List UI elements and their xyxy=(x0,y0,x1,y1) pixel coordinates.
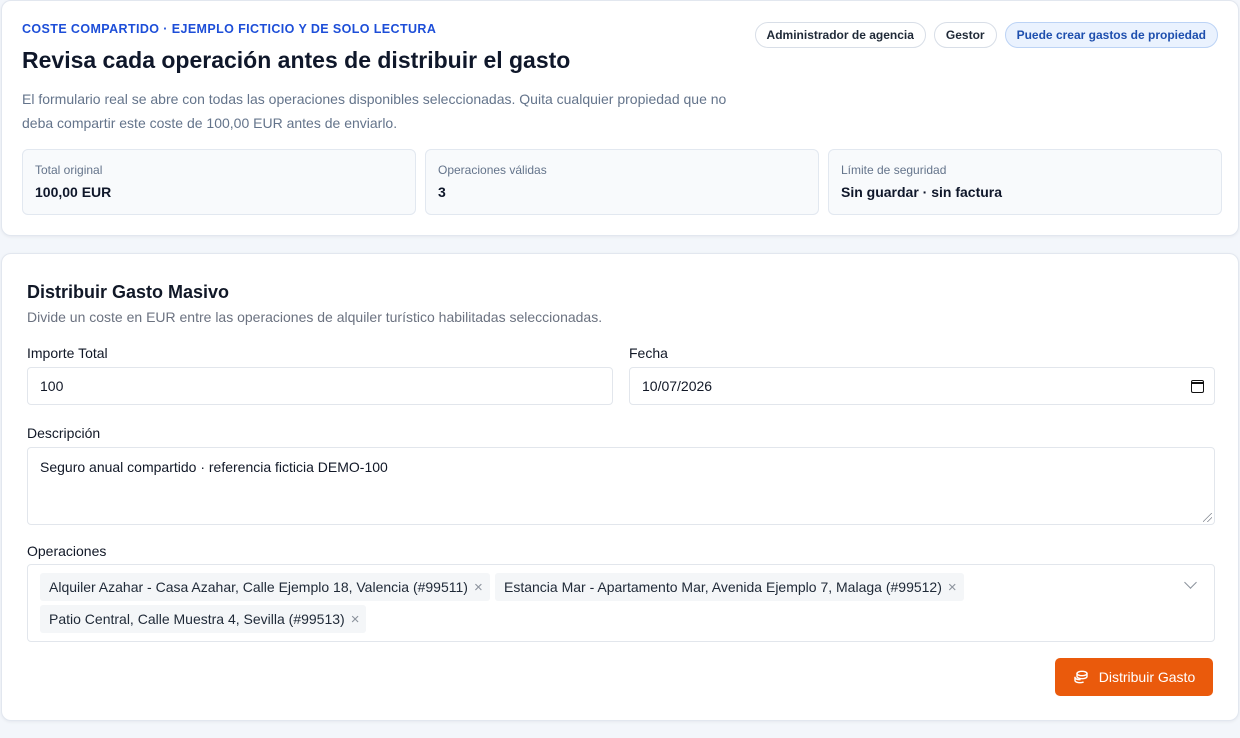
operations-multiselect[interactable]: Alquiler Azahar - Casa Azahar, Calle Eje… xyxy=(27,564,1215,642)
role-badge-admin: Administrador de agencia xyxy=(754,22,926,48)
date-input[interactable]: 10/07/2026 xyxy=(629,367,1215,405)
operation-chip: Estancia Mar - Apartamento Mar, Avenida … xyxy=(495,573,964,601)
amount-value: 100 xyxy=(40,378,64,394)
remove-icon[interactable]: × xyxy=(948,580,957,595)
stat-value: 3 xyxy=(438,184,446,200)
stat-label: Total original xyxy=(35,163,103,177)
stat-label: Límite de seguridad xyxy=(841,163,947,177)
remove-icon[interactable]: × xyxy=(351,612,360,627)
stat-safety-limit: Límite de seguridad Sin guardar · sin fa… xyxy=(828,149,1222,215)
date-value: 10/07/2026 xyxy=(642,378,713,394)
distribute-expense-button[interactable]: Distribuir Gasto xyxy=(1055,658,1213,696)
form-title: Distribuir Gasto Masivo xyxy=(27,282,230,302)
distribute-expense-form: Distribuir Gasto Masivo Divide un coste … xyxy=(1,253,1239,721)
date-label: Fecha xyxy=(629,345,668,361)
description-value: Seguro anual compartido · referencia fic… xyxy=(40,459,388,475)
form-subtitle: Divide un coste en EUR entre las operaci… xyxy=(27,309,603,325)
role-badge-manager: Gestor xyxy=(933,22,997,48)
chevron-down-icon[interactable] xyxy=(1184,576,1197,589)
distribute-expense-label: Distribuir Gasto xyxy=(1098,669,1196,685)
eyebrow: COSTE COMPARTIDO · EJEMPLO FICTICIO Y DE… xyxy=(22,22,437,36)
operation-chip-label: Alquiler Azahar - Casa Azahar, Calle Eje… xyxy=(49,579,468,595)
permission-badge: Puede crear gastos de propiedad xyxy=(1004,22,1218,48)
operation-chip: Patio Central, Calle Muestra 4, Sevilla … xyxy=(40,605,367,633)
amount-label: Importe Total xyxy=(27,345,108,361)
stat-value: 100,00 EUR xyxy=(35,184,112,200)
stat-total: Total original 100,00 EUR xyxy=(22,149,416,215)
stat-value: Sin guardar · sin factura xyxy=(841,184,1003,200)
operation-chip: Alquiler Azahar - Casa Azahar, Calle Eje… xyxy=(40,573,490,601)
operation-chip-label: Patio Central, Calle Muestra 4, Sevilla … xyxy=(49,611,345,627)
amount-input[interactable]: 100 xyxy=(27,367,613,405)
stats-row: Total original 100,00 EUR Operaciones vá… xyxy=(22,149,1222,215)
page-title: Revisa cada operación antes de distribui… xyxy=(22,47,571,73)
description-label: Descripción xyxy=(27,425,101,441)
summary-card: COSTE COMPARTIDO · EJEMPLO FICTICIO Y DE… xyxy=(1,0,1239,236)
operations-label: Operaciones xyxy=(27,543,107,559)
intro-text: El formulario real se abre con todas las… xyxy=(22,91,727,131)
role-badges: Administrador de agencia Gestor Puede cr… xyxy=(754,22,1218,48)
remove-icon[interactable]: × xyxy=(474,580,483,595)
stat-operations: Operaciones válidas 3 xyxy=(425,149,819,215)
description-textarea[interactable]: Seguro anual compartido · referencia fic… xyxy=(27,447,1215,525)
calendar-icon[interactable] xyxy=(1191,380,1204,393)
operation-chip-label: Estancia Mar - Apartamento Mar, Avenida … xyxy=(504,579,942,595)
stat-label: Operaciones válidas xyxy=(438,163,547,177)
resize-handle-icon[interactable] xyxy=(1203,513,1212,522)
coins-icon xyxy=(1073,670,1089,684)
